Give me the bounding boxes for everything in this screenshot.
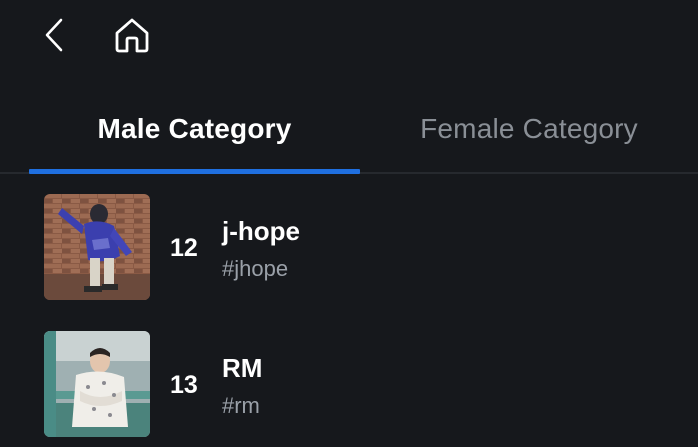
list-item[interactable]: 12 j-hope #jhope xyxy=(0,194,698,320)
list-item[interactable]: 13 RM #rm xyxy=(0,331,698,447)
tab-female-category[interactable]: Female Category xyxy=(360,96,698,170)
category-tabs: Male Category Female Category xyxy=(0,96,698,174)
home-icon xyxy=(115,18,149,53)
tab-male-category[interactable]: Male Category xyxy=(29,96,360,170)
active-tab-indicator xyxy=(29,169,360,174)
rank-number: 13 xyxy=(170,371,198,399)
artist-photo-jhope xyxy=(44,194,150,300)
chevron-left-icon xyxy=(45,18,63,52)
back-button[interactable] xyxy=(34,12,74,58)
ranking-screen: Male Category Female Category 12 j-hope … xyxy=(0,0,698,447)
rank-number: 12 xyxy=(170,234,198,262)
tab-female-label: Female Category xyxy=(420,113,638,144)
artist-hashtag: #rm xyxy=(222,393,260,418)
home-button[interactable] xyxy=(108,12,156,58)
artist-hashtag: #jhope xyxy=(222,256,289,281)
artist-photo-rm xyxy=(44,331,150,437)
artist-name: j-hope xyxy=(222,216,300,246)
top-bar xyxy=(0,0,698,70)
tab-male-label: Male Category xyxy=(97,113,292,144)
artist-name: RM xyxy=(222,353,263,383)
